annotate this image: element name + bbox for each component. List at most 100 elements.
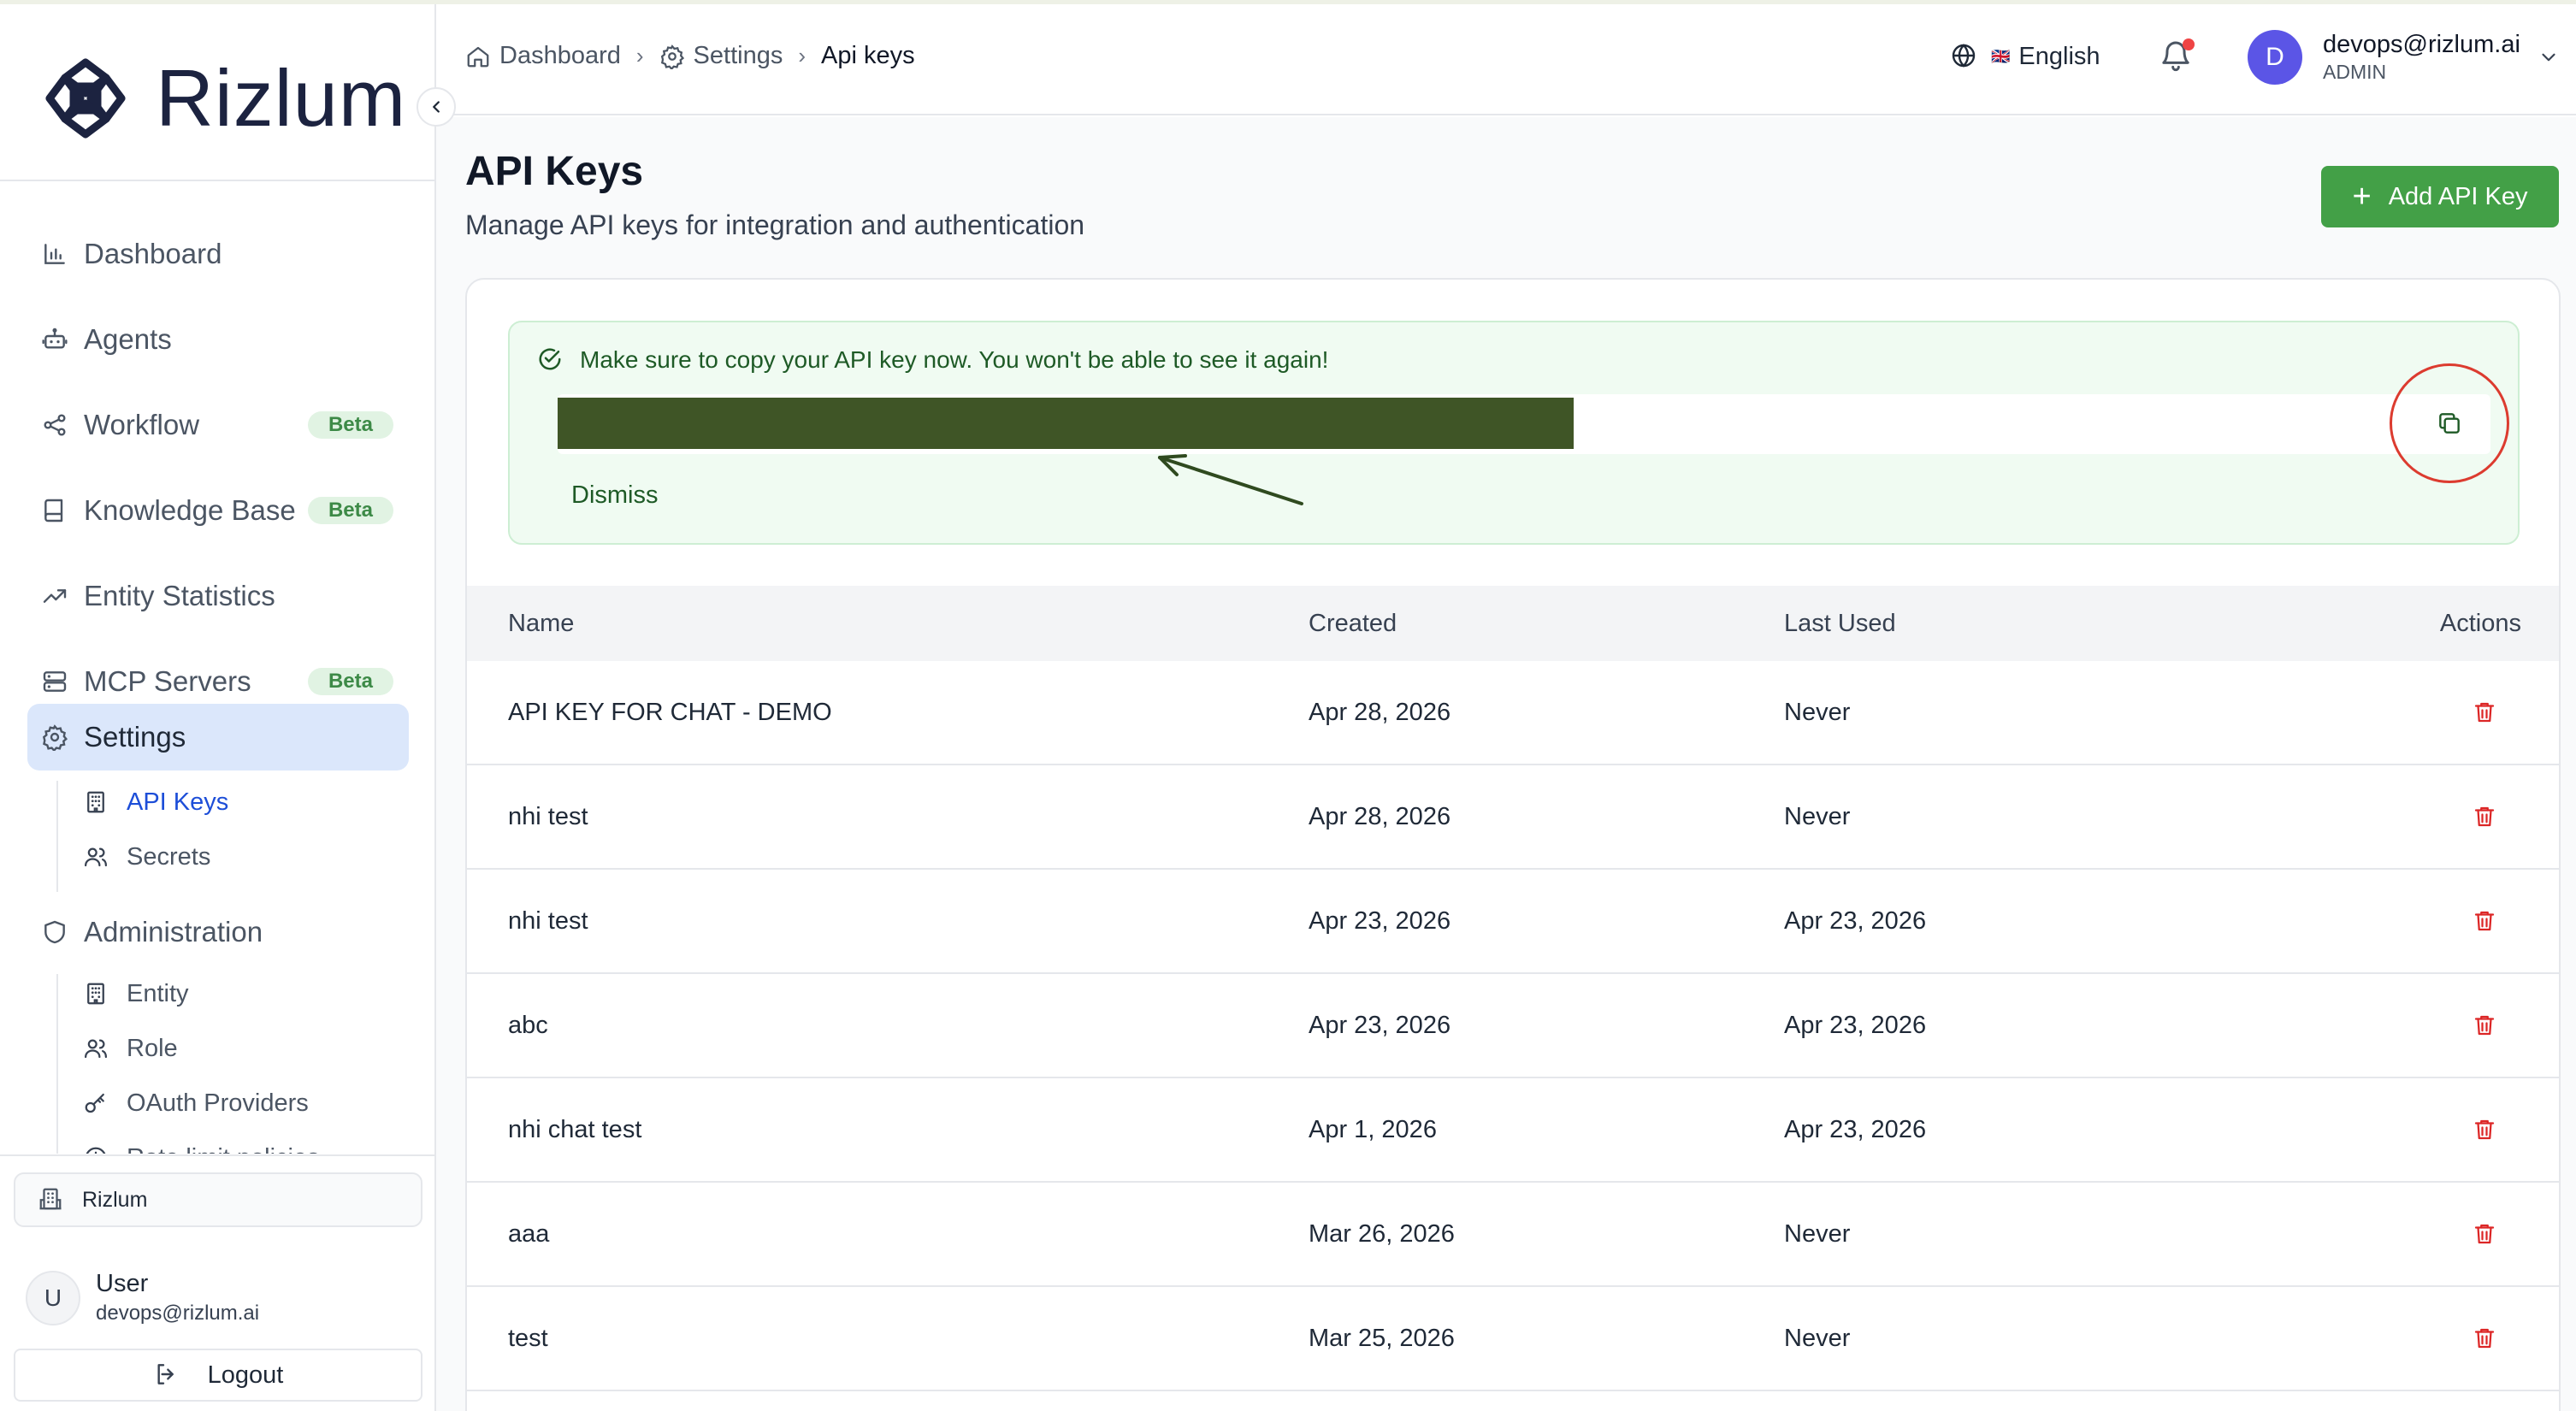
breadcrumb-dashboard[interactable]: Dashboard bbox=[499, 42, 621, 70]
copy-key-button[interactable] bbox=[2390, 363, 2509, 483]
avatar: D bbox=[2248, 30, 2302, 85]
beta-badge: Beta bbox=[307, 668, 393, 695]
dismiss-button[interactable]: Dismiss bbox=[571, 481, 659, 510]
delete-key-button[interactable] bbox=[2472, 1116, 2501, 1145]
profile-email: devops@rizlum.ai bbox=[2323, 31, 2520, 58]
alert-message: Make sure to copy your API key now. You … bbox=[537, 346, 1328, 374]
gear-icon bbox=[659, 44, 685, 69]
sidebar-subitem-role[interactable]: Role bbox=[82, 1027, 178, 1070]
language-selector[interactable]: 🇬🇧 English bbox=[1950, 42, 2100, 71]
key-name-cell: nhi chat test bbox=[508, 1116, 642, 1143]
collapse-sidebar-button[interactable] bbox=[417, 87, 456, 127]
organization-switcher[interactable]: Rizlum bbox=[14, 1172, 422, 1227]
breadcrumb-settings[interactable]: Settings bbox=[694, 42, 783, 70]
brand-logo[interactable]: Rizlum bbox=[43, 51, 406, 145]
key-name-cell: aaa bbox=[508, 1220, 550, 1248]
sidebar-subitem-label: Role bbox=[127, 1034, 178, 1062]
sidebar-subitem-entity[interactable]: Entity bbox=[82, 972, 189, 1015]
chevron-right-icon: › bbox=[798, 43, 806, 68]
sidebar-subitem-rate-limit-policies[interactable]: Rate limit policies bbox=[82, 1136, 320, 1154]
key-name-cell: API KEY FOR CHAT - DEMO bbox=[508, 699, 832, 726]
top-header: Dashboard › Settings › Api keys 🇬🇧 Engli… bbox=[436, 4, 2576, 115]
add-api-key-button[interactable]: + Add API Key bbox=[2321, 166, 2559, 227]
beta-badge: Beta bbox=[307, 411, 393, 439]
sidebar-item-workflow[interactable]: Workflow Beta bbox=[27, 392, 409, 458]
delete-key-button[interactable] bbox=[2472, 1325, 2501, 1354]
sidebar-item-entity-statistics[interactable]: Entity Statistics bbox=[27, 563, 409, 629]
sidebar-item-dashboard[interactable]: Dashboard bbox=[27, 221, 409, 287]
created-date-cell: Apr 1, 2026 bbox=[1309, 1116, 1437, 1143]
sidebar-item-label: Entity Statistics bbox=[84, 580, 275, 611]
book-icon bbox=[39, 495, 70, 526]
sidebar-item-knowledge-base[interactable]: Knowledge Base Beta bbox=[27, 477, 409, 544]
created-date-cell: Apr 28, 2026 bbox=[1309, 803, 1451, 830]
user-name: User bbox=[96, 1270, 149, 1297]
sidebar-subitem-oauth-providers[interactable]: OAuth Providers bbox=[82, 1082, 309, 1125]
sidebar-subitem-label: API Keys bbox=[127, 788, 229, 816]
column-header-name[interactable]: Name bbox=[508, 610, 574, 638]
shield-icon bbox=[39, 917, 70, 948]
annotation-arrow-icon bbox=[1158, 454, 1303, 505]
sidebar-item-label: Dashboard bbox=[84, 238, 222, 269]
brand-name: Rizlum bbox=[156, 53, 407, 143]
table-row: abc Apr 23, 2026 Apr 23, 2026 bbox=[467, 974, 2559, 1078]
profile-menu[interactable]: D devops@rizlum.ai ADMIN bbox=[2248, 30, 2560, 85]
sidebar-item-settings[interactable]: Settings bbox=[27, 704, 409, 770]
sidebar-scroll-clip: Rate limit policies bbox=[0, 1133, 434, 1154]
sidebar-subitem-secrets[interactable]: Secrets bbox=[82, 835, 210, 878]
building-icon bbox=[38, 1186, 65, 1213]
delete-key-button[interactable] bbox=[2472, 803, 2501, 832]
delete-key-button[interactable] bbox=[2472, 1012, 2501, 1041]
alert-text: Make sure to copy your API key now. You … bbox=[580, 346, 1329, 373]
user-info: U User devops@rizlum.ai bbox=[26, 1270, 259, 1325]
sidebar-subitem-api-keys[interactable]: API Keys bbox=[82, 781, 228, 824]
sidebar-subitem-label: OAuth Providers bbox=[127, 1089, 309, 1117]
beta-badge: Beta bbox=[307, 497, 393, 524]
notifications-button[interactable] bbox=[2159, 38, 2196, 76]
submenu-line bbox=[56, 781, 58, 892]
uk-flag-icon: 🇬🇧 bbox=[1991, 47, 2011, 65]
check-circle-icon bbox=[537, 346, 564, 374]
sidebar-item-label: Knowledge Base bbox=[84, 494, 296, 526]
table-body: API KEY FOR CHAT - DEMO Apr 28, 2026 Nev… bbox=[467, 661, 2559, 1391]
avatar: U bbox=[26, 1270, 80, 1325]
page-title: API Keys bbox=[465, 149, 644, 194]
table-row: nhi chat test Apr 1, 2026 Apr 23, 2026 bbox=[467, 1078, 2559, 1183]
delete-key-button[interactable] bbox=[2472, 1220, 2501, 1249]
key-name-cell: nhi test bbox=[508, 907, 588, 935]
logout-button[interactable]: Logout bbox=[14, 1349, 422, 1402]
plus-icon: + bbox=[2352, 179, 2372, 215]
table-header: Name Created Last Used Actions bbox=[467, 586, 2559, 661]
bot-icon bbox=[39, 324, 70, 355]
chevron-left-icon bbox=[433, 101, 440, 113]
redacted-api-key bbox=[558, 398, 1574, 449]
column-header-created[interactable]: Created bbox=[1309, 610, 1397, 638]
created-date-cell: Mar 25, 2026 bbox=[1309, 1325, 1455, 1352]
rizlum-logo-icon bbox=[45, 58, 126, 139]
logout-label: Logout bbox=[207, 1361, 284, 1389]
profile-text: devops@rizlum.ai ADMIN bbox=[2323, 31, 2520, 84]
users-icon bbox=[82, 1035, 109, 1062]
api-key-value-field[interactable] bbox=[558, 394, 2490, 454]
new-key-alert: Make sure to copy your API key now. You … bbox=[508, 321, 2520, 545]
delete-key-button[interactable] bbox=[2472, 907, 2501, 936]
page-subtitle: Manage API keys for integration and auth… bbox=[465, 210, 1085, 240]
sidebar-subitem-label: Entity bbox=[127, 979, 189, 1007]
sidebar-item-label: MCP Servers bbox=[84, 665, 251, 697]
divider bbox=[0, 180, 434, 181]
sidebar-subitem-label: Rate limit policies bbox=[127, 1144, 320, 1154]
sidebar-item-administration[interactable]: Administration bbox=[27, 899, 409, 965]
column-header-last-used[interactable]: Last Used bbox=[1784, 610, 1896, 638]
organization-name: Rizlum bbox=[82, 1187, 148, 1212]
table-row: test Mar 25, 2026 Never bbox=[467, 1287, 2559, 1391]
user-text: User devops@rizlum.ai bbox=[96, 1270, 259, 1325]
chevron-down-icon bbox=[2538, 46, 2560, 68]
sidebar-item-agents[interactable]: Agents bbox=[27, 306, 409, 373]
main-content: API Keys Manage API keys for integration… bbox=[436, 117, 2576, 1411]
table-row: API KEY FOR CHAT - DEMO Apr 28, 2026 Nev… bbox=[467, 661, 2559, 765]
gear-icon bbox=[39, 722, 70, 753]
home-icon bbox=[465, 44, 491, 69]
share-nodes-icon bbox=[39, 410, 70, 440]
delete-key-button[interactable] bbox=[2472, 699, 2501, 728]
key-name-cell: abc bbox=[508, 1012, 548, 1039]
